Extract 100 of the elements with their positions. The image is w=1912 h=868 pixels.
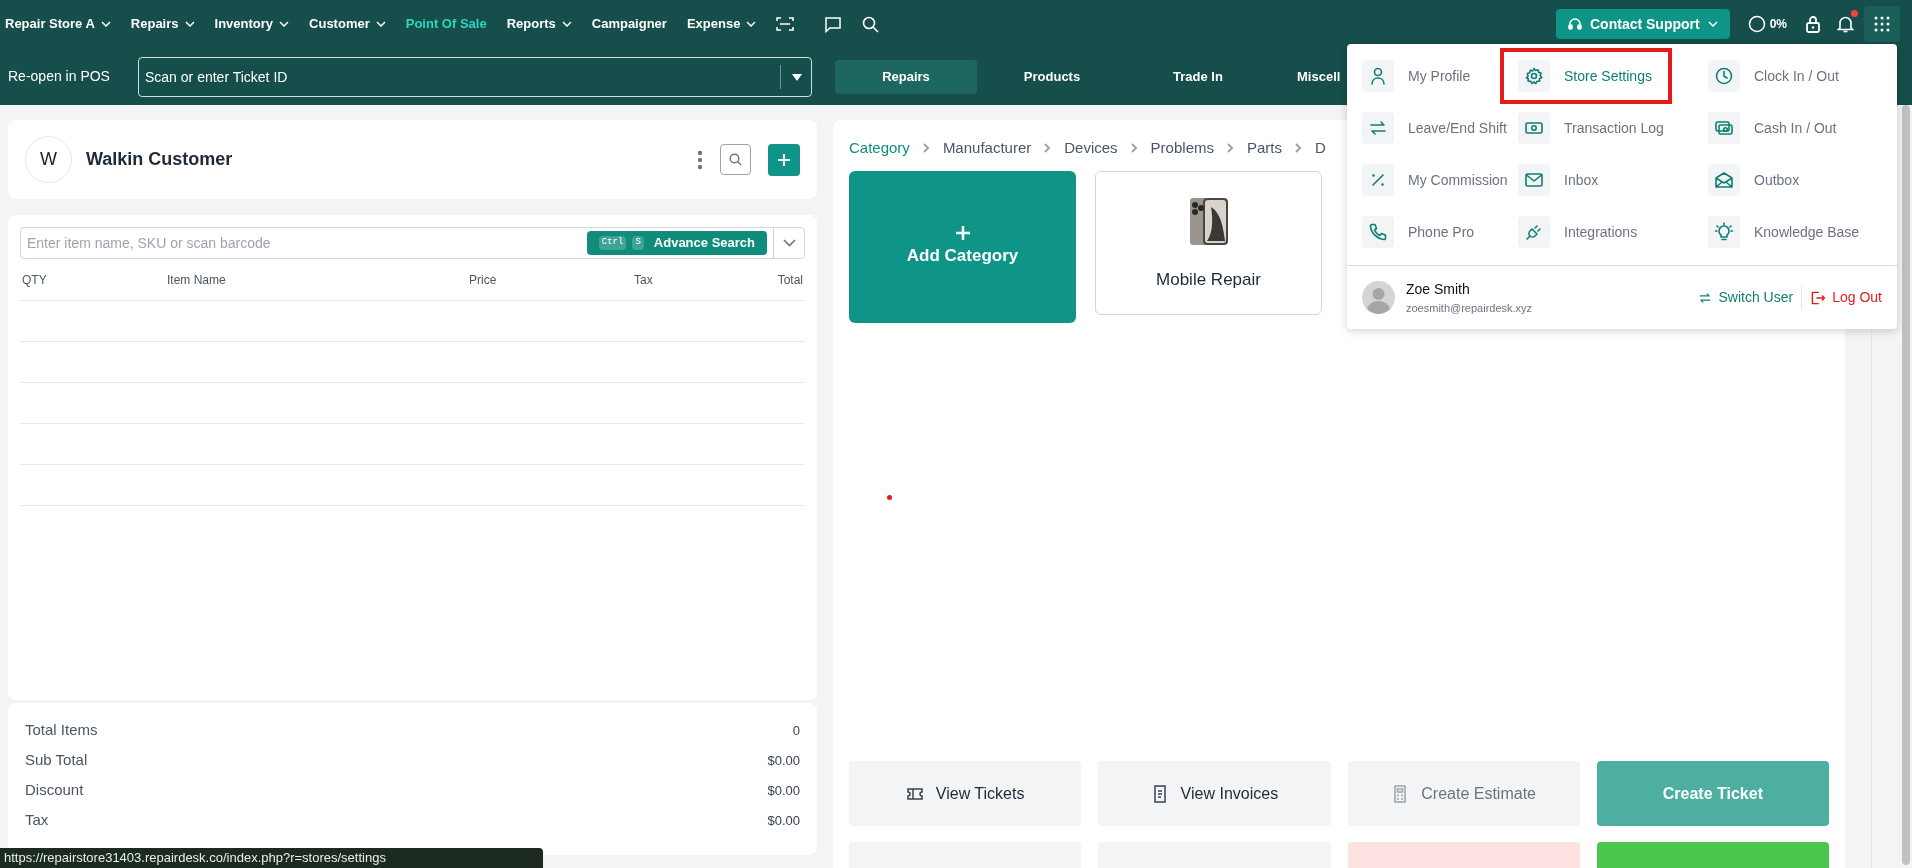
chevron-right-icon [922, 143, 930, 153]
customer-name: Walkin Customer [86, 148, 233, 171]
swap-arrows-icon [1698, 290, 1713, 305]
action-button[interactable]: Create Estimate [1347, 761, 1580, 826]
progress-ring-icon [1747, 15, 1766, 33]
lock-icon[interactable] [1805, 15, 1821, 33]
advance-search-button[interactable]: Ctrl S Advance Search [586, 231, 767, 255]
nav-item[interactable]: Repair Store A [5, 14, 111, 34]
user-email: zoesmith@repairdesk.xyz [1406, 300, 1533, 316]
chevron-right-icon [1044, 143, 1052, 153]
clock-icon [1708, 60, 1740, 92]
chevron-down-icon[interactable] [783, 239, 796, 247]
nav-item[interactable]: Inventory [214, 14, 290, 34]
open-envelope-icon [1708, 164, 1740, 196]
breadcrumb-item[interactable]: Parts [1246, 136, 1282, 160]
phone-icon [1362, 216, 1394, 248]
chevron-down-icon [1707, 21, 1718, 27]
bell-icon[interactable] [1837, 15, 1854, 33]
menu-item[interactable]: Inbox [1518, 164, 1599, 196]
ticket-id-field[interactable]: Scan or enter Ticket ID [138, 56, 812, 97]
add-customer-button[interactable] [768, 143, 800, 176]
action-button[interactable]: View Tickets [849, 761, 1082, 826]
search-icon[interactable] [862, 15, 880, 33]
menu-item[interactable]: Store Settings [1500, 48, 1672, 104]
menu-item[interactable]: Outbox [1708, 164, 1800, 196]
nav-item[interactable]: Customer [309, 14, 386, 34]
total-label: Total Items [25, 720, 98, 741]
scan-icon[interactable] [776, 16, 795, 32]
pos-tab[interactable]: Products [981, 59, 1123, 94]
nav-item[interactable]: Expense [686, 14, 757, 34]
column-header: Total [776, 271, 804, 289]
lightbulb-icon [1708, 216, 1740, 248]
nav-item[interactable]: Campaigner [591, 14, 667, 34]
log-out-icon [1810, 289, 1827, 306]
action-button[interactable]: View Invoices [1098, 761, 1331, 826]
menu-item[interactable]: Transaction Log [1518, 112, 1664, 144]
pos-tab[interactable]: Repairs [835, 59, 977, 94]
breadcrumb-item[interactable]: Manufacturer [942, 136, 1032, 160]
scrollbar[interactable] [1902, 105, 1910, 865]
person-icon [1362, 60, 1394, 92]
total-value: $0.00 [767, 751, 800, 770]
user-name: Zoe Smith [1406, 279, 1471, 299]
menu-item[interactable]: Knowledge Base [1708, 216, 1860, 248]
breadcrumb-item[interactable]: Devices [1064, 136, 1118, 160]
menu-item[interactable]: Integrations [1518, 216, 1638, 248]
switch-user-link[interactable]: Switch User [1698, 287, 1794, 308]
category-tile[interactable]: Mobile Repair [1095, 171, 1322, 315]
add-category-button[interactable]: Add Category [849, 171, 1076, 323]
chat-icon[interactable] [824, 15, 843, 33]
settings-icon [1518, 60, 1550, 92]
plus-icon [777, 152, 791, 167]
progress-text: 0% [1769, 16, 1787, 33]
swap-arrows-icon [1362, 112, 1394, 144]
avatar-silhouette-icon [1362, 281, 1395, 314]
plus-icon [954, 225, 971, 242]
total-label: Sub Total [25, 750, 88, 771]
total-value: 0 [792, 721, 800, 740]
breadcrumb-item[interactable]: Category [849, 136, 910, 160]
search-icon [729, 153, 742, 166]
nav-item[interactable]: Point Of Sale [405, 14, 487, 34]
column-header: QTY [21, 271, 48, 289]
chevron-right-icon [1130, 143, 1138, 153]
headset-icon [1568, 17, 1582, 31]
nav-item[interactable]: Reports [506, 14, 572, 34]
dropdown-arrow-icon[interactable] [792, 73, 802, 81]
search-customer-button[interactable] [720, 144, 751, 175]
log-out-link[interactable]: Log Out [1810, 287, 1882, 308]
envelope-icon [1518, 164, 1550, 196]
grid-icon [1874, 16, 1890, 32]
total-label: Discount [25, 780, 84, 801]
status-url: https://repairstore31403.repairdesk.co/index.php?r=stores/settings [0, 848, 543, 868]
breadcrumb-item[interactable]: Problems [1150, 136, 1214, 160]
menu-item[interactable]: My Profile [1362, 60, 1471, 92]
total-value: $0.00 [767, 781, 800, 800]
menu-item[interactable]: Cash In / Out [1708, 112, 1837, 144]
total-value: $0.00 [767, 811, 800, 830]
banknote-icon [1518, 112, 1550, 144]
chevron-right-icon [1295, 143, 1302, 153]
contact-support-button[interactable]: Contact Support [1556, 9, 1730, 39]
reopen-label: Re-open in POS [8, 67, 111, 86]
action-button[interactable]: Create Ticket [1596, 761, 1829, 826]
column-header: Price [469, 271, 498, 289]
pos-tab[interactable]: Miscell [1273, 59, 1341, 94]
column-header: Tax [634, 271, 654, 289]
breadcrumb-item[interactable]: D [1315, 136, 1326, 160]
more-options-icon[interactable] [697, 149, 703, 170]
menu-item[interactable]: Clock In / Out [1708, 60, 1839, 92]
apps-grid-button[interactable] [1864, 6, 1900, 42]
key-cap: Ctrl [598, 236, 627, 250]
chevron-right-icon [1226, 143, 1234, 153]
menu-item[interactable]: Phone Pro [1362, 216, 1475, 248]
category-label: Mobile Repair [1156, 269, 1261, 291]
percent-icon [1362, 164, 1394, 196]
key-cap: S [632, 236, 644, 250]
plug-icon [1518, 216, 1550, 248]
pos-tab[interactable]: Trade In [1127, 59, 1269, 94]
column-header: Item Name [167, 271, 227, 289]
nav-item[interactable]: Repairs [130, 14, 195, 34]
menu-item[interactable]: Leave/End Shift [1362, 112, 1507, 144]
menu-item[interactable]: My Commission [1362, 164, 1508, 196]
